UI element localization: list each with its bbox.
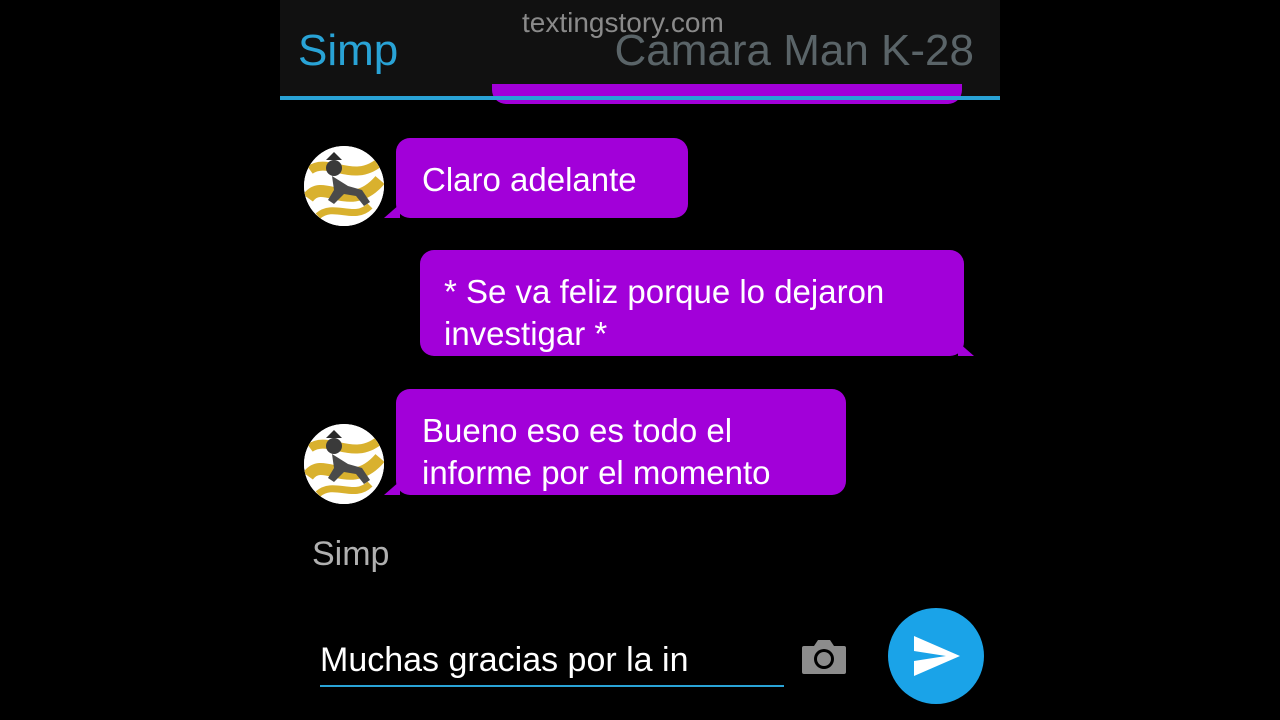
avatar-image	[304, 146, 384, 226]
watermark: textingstory.com	[522, 7, 724, 38]
typing-indicator: Simp	[312, 535, 390, 573]
header-divider	[280, 96, 1000, 100]
message-bubble[interactable]: Claro adelante	[384, 138, 688, 218]
contact-name[interactable]: Simp	[298, 26, 398, 76]
previous-message-bubble	[492, 84, 962, 104]
avatar-image	[304, 424, 384, 504]
send-icon	[914, 636, 960, 676]
camera-icon[interactable]	[800, 638, 848, 676]
message-bubble[interactable]: * Se va feliz porque lo dejaron investig…	[420, 250, 974, 356]
chat-header: Simp Camara Man K-28 textingstory.com	[280, 0, 1000, 96]
message-bubble[interactable]: Bueno eso es todo el informe por el mome…	[384, 389, 846, 495]
input-underline	[320, 685, 784, 687]
avatar[interactable]	[304, 146, 384, 226]
send-button[interactable]	[888, 608, 984, 704]
message-input[interactable]: Muchas gracias por la in	[320, 638, 784, 682]
chat-screen: Simp Camara Man K-28 textingstory.com Cl…	[280, 0, 1000, 720]
avatar[interactable]	[304, 424, 384, 504]
